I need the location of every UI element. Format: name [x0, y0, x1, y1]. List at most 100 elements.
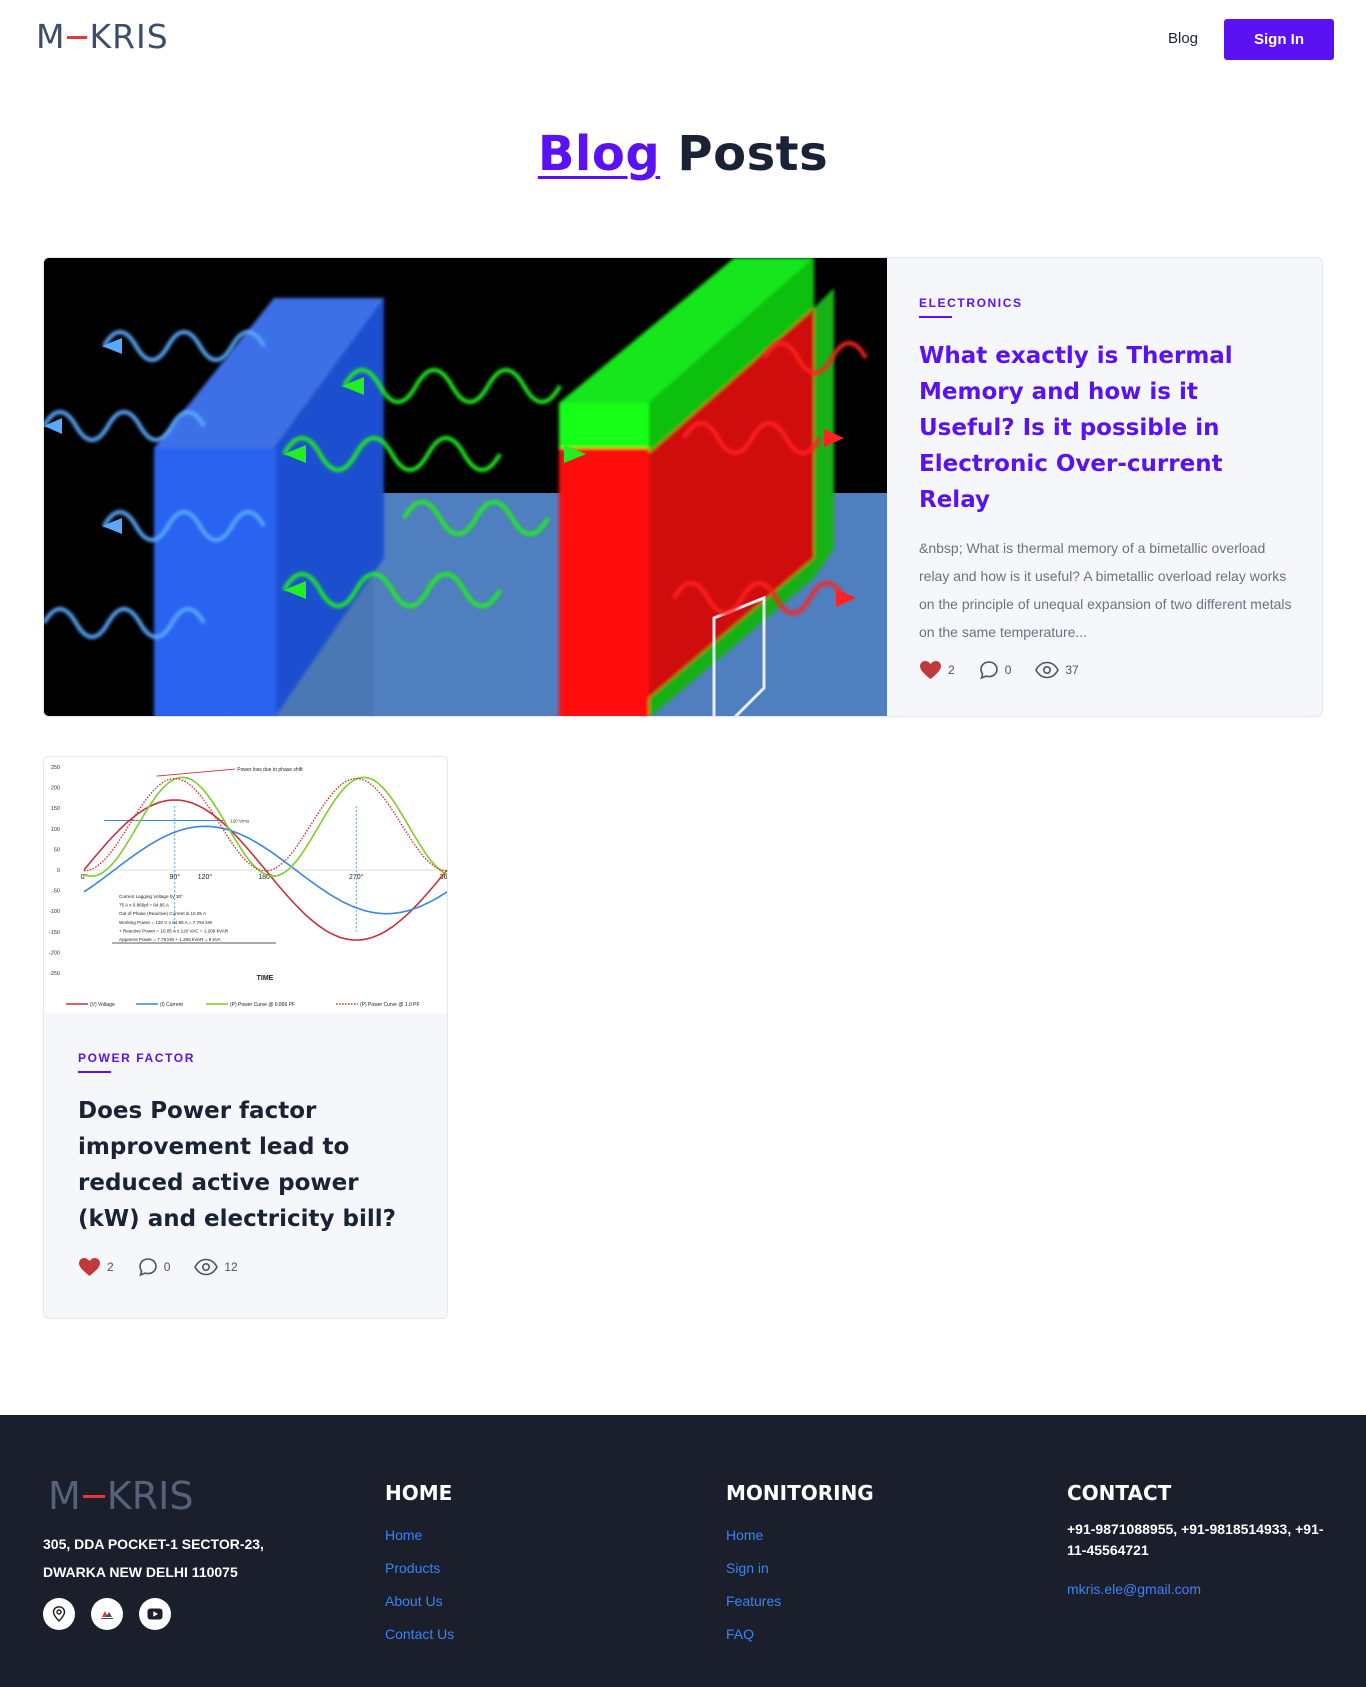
footer-link-sign-in[interactable]: Sign in — [726, 1552, 874, 1585]
footer-home-column: HOME Home Products About Us Contact Us — [385, 1481, 454, 1651]
comments[interactable]: 0 — [138, 1257, 171, 1277]
y-tick-label: 50 — [54, 847, 60, 853]
chart-note: Apparent Power = 7.79 kW + 1.206 kVAR = … — [119, 937, 222, 942]
sign-in-button[interactable]: Sign In — [1224, 19, 1334, 60]
site-footer: M KRIS 305, DDA POCKET-1 SECTOR-23, DWARK… — [0, 1415, 1366, 1687]
featured-post-body: ELECTRONICS What exactly is Thermal Memo… — [887, 258, 1322, 716]
views-count: 37 — [1065, 663, 1079, 677]
views: 12 — [194, 1258, 238, 1276]
y-tick-label: -100 — [49, 909, 60, 915]
footer-link-home[interactable]: Home — [385, 1519, 454, 1552]
chart-note: Current Lagging Voltage by 30° — [119, 894, 183, 899]
footer-logo[interactable]: M KRIS — [48, 1474, 193, 1518]
nav-blog-link[interactable]: Blog — [1168, 30, 1198, 47]
page-title: Blog Posts — [0, 126, 1366, 182]
post-body: POWER FACTOR Does Power factor improveme… — [44, 1013, 447, 1277]
footer-contact-heading: CONTACT — [1067, 1481, 1172, 1505]
eye-icon — [194, 1258, 219, 1276]
footer-monitoring-heading: MONITORING — [726, 1481, 874, 1505]
footer-home-heading: HOME — [385, 1481, 453, 1505]
y-tick-label: 100 — [51, 827, 60, 833]
map-pin-icon[interactable] — [43, 1598, 75, 1630]
vrms-label: 120 Vrms — [230, 819, 250, 824]
footer-logo-right: KRIS — [106, 1474, 194, 1518]
page: M KRIS Blog Sign In Blog Posts ELECTRONI… — [0, 0, 1366, 1687]
address-line-1: 305, DDA POCKET-1 SECTOR-23, — [43, 1536, 264, 1552]
comments-count: 0 — [163, 1260, 171, 1274]
y-tick-label: -200 — [49, 950, 60, 956]
post-title[interactable]: Does Power factor improvement lead to re… — [78, 1093, 415, 1237]
logo[interactable]: M KRIS — [36, 16, 169, 56]
annotation-arrow — [156, 768, 236, 777]
footer-link-features[interactable]: Features — [726, 1585, 874, 1618]
y-tick-label: -250 — [49, 971, 60, 977]
footer-email-link[interactable]: mkris.ele@gmail.com — [1067, 1573, 1327, 1606]
footer-link-monitoring-home[interactable]: Home — [726, 1519, 874, 1552]
power-factor-chart: 250200150100500-50-100-150-200-2500° 90° 1… — [49, 765, 447, 1008]
views: 37 — [1035, 661, 1079, 679]
legend-label: (V) Voltage — [90, 1002, 115, 1008]
page-title-rest: Posts — [677, 126, 829, 182]
chart-note: 75 A x 0.866pf = 64.95 A — [119, 903, 170, 908]
power-curve-866 — [83, 776, 447, 877]
annotation-label: Power loss due to phase shift — [237, 767, 303, 773]
footer-phones: +91-9871088955, +91-9818514933, +91-11-4… — [1067, 1521, 1324, 1558]
y-tick-label: 250 — [51, 765, 60, 771]
y-tick-label: 200 — [51, 786, 60, 792]
post-meta: 2 0 12 — [78, 1257, 415, 1277]
legend-label: (P) Power Curve @ 1.0 PF — [360, 1002, 420, 1008]
footer-link-products[interactable]: Products — [385, 1552, 454, 1585]
brand-icon[interactable] — [91, 1598, 123, 1630]
legend-label: (I) Current — [160, 1002, 183, 1008]
legend-label: (P) Power Curve @ 0.866 PF — [230, 1002, 295, 1008]
category-underline — [919, 316, 952, 318]
post-card[interactable]: 250 200 150 100 50 0 -50 -100 -150 -200 -250 0° 90° 1… — [43, 756, 448, 1319]
footer-contact-column: CONTACT +91-9871088955, +91-9818514933, … — [1067, 1481, 1327, 1606]
footer-logo-dash — [82, 1494, 105, 1498]
site-header: M KRIS Blog Sign In — [0, 0, 1366, 82]
y-tick-label: -150 — [49, 930, 60, 936]
likes-count: 2 — [107, 1260, 114, 1274]
views-count: 12 — [224, 1260, 238, 1274]
footer-address: 305, DDA POCKET-1 SECTOR-23, DWARKA NEW … — [43, 1530, 264, 1586]
comment-icon — [979, 661, 998, 680]
likes[interactable]: 2 — [78, 1257, 114, 1277]
logo-right: KRIS — [89, 16, 169, 56]
chart-note: Out of Phase (Reactive) Current is 10.05… — [119, 911, 207, 916]
category-underline — [78, 1071, 111, 1073]
footer-link-faq[interactable]: FAQ — [726, 1618, 874, 1651]
social-icons — [43, 1598, 187, 1630]
eye-icon — [1035, 661, 1060, 679]
featured-post-card[interactable]: ELECTRONICS What exactly is Thermal Memo… — [43, 257, 1323, 717]
likes[interactable]: 2 — [919, 660, 955, 680]
heart-icon — [920, 660, 941, 680]
heart-icon — [79, 1257, 100, 1277]
x-tick-label: 0° — [81, 873, 88, 881]
likes-count: 2 — [948, 663, 955, 677]
comments[interactable]: 0 — [979, 660, 1012, 680]
comment-icon — [138, 1258, 157, 1277]
post-meta: 2 0 37 — [919, 660, 1292, 680]
post-category[interactable]: POWER FACTOR — [78, 1051, 415, 1065]
footer-monitoring-column: MONITORING Home Sign in Features FAQ — [726, 1481, 874, 1651]
footer-link-about-us[interactable]: About Us — [385, 1585, 454, 1618]
comments-count: 0 — [1004, 663, 1012, 677]
post-image[interactable]: 250 200 150 100 50 0 -50 -100 -150 -200 -250 0° 90° 1… — [44, 757, 447, 1013]
chart-note: + Reactive Power = 10.05 A x 120 VAC = 1… — [119, 928, 229, 933]
logo-dash — [67, 35, 88, 39]
post-title[interactable]: What exactly is Thermal Memory and how i… — [919, 338, 1292, 518]
thermal-relay-illustration — [44, 258, 887, 716]
logo-left: M — [36, 16, 66, 56]
x-axis-label: TIME — [257, 975, 274, 982]
chart-note: Working Power = 120 V x 64.95 A = 7.794 … — [119, 920, 213, 925]
post-category[interactable]: ELECTRONICS — [919, 296, 1292, 310]
footer-link-contact-us[interactable]: Contact Us — [385, 1618, 454, 1651]
y-tick-label: 150 — [51, 806, 60, 812]
y-tick-label: 0 — [57, 868, 60, 874]
featured-post-image[interactable] — [44, 258, 887, 716]
page-title-accent: Blog — [537, 126, 661, 182]
y-tick-label: -50 — [52, 889, 60, 895]
address-line-2: DWARKA NEW DELHI 110075 — [43, 1564, 238, 1580]
x-tick-label: 120° — [198, 873, 213, 881]
youtube-icon[interactable] — [139, 1598, 171, 1630]
